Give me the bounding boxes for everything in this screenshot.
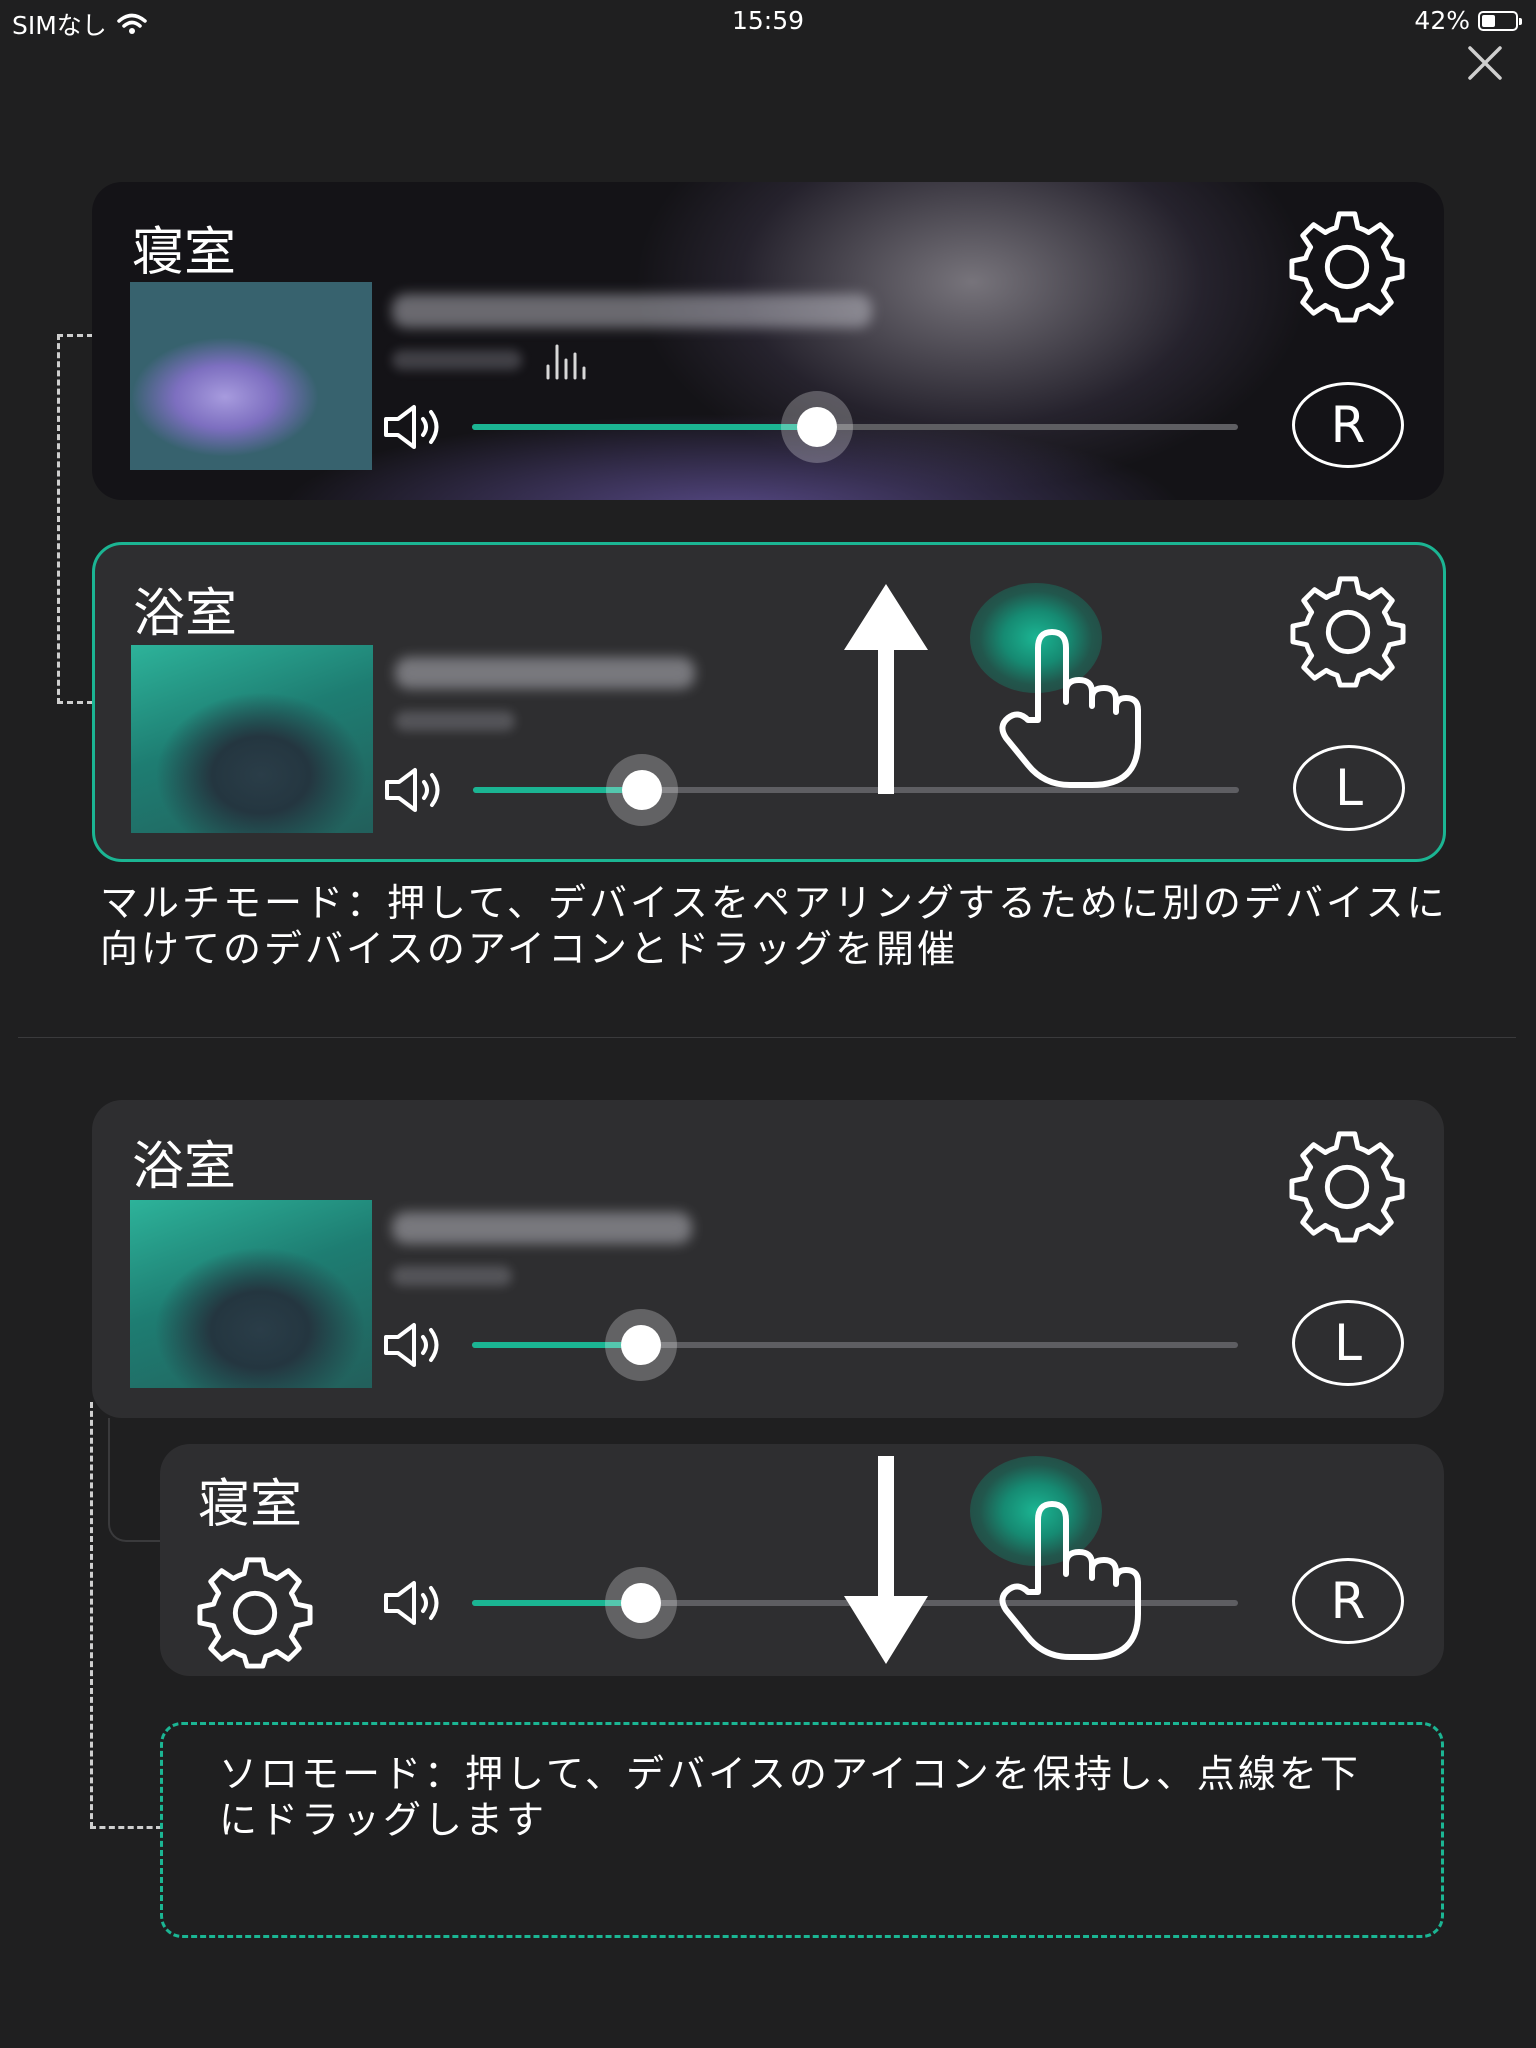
status-bar-right: 42%: [1414, 6, 1522, 35]
track-title-blurred: [392, 1212, 692, 1244]
pairing-connector-top: [57, 334, 93, 337]
room-name: 浴室: [132, 1137, 237, 1197]
album-art: [130, 1200, 372, 1388]
channel-badge-left[interactable]: L: [1292, 1300, 1404, 1386]
volume-slider[interactable]: [472, 391, 1238, 463]
volume-knob[interactable]: [605, 754, 678, 826]
track-title-blurred: [395, 657, 695, 689]
channel-label: R: [1330, 1572, 1366, 1630]
battery-icon: [1478, 10, 1522, 31]
solo-drop-zone[interactable]: ソロモード：押して、デバイスのアイコンを保持し、点線を下にドラッグします: [160, 1722, 1444, 1938]
solo-connector-line: [90, 1402, 93, 1828]
battery-percent: 42%: [1414, 6, 1470, 35]
device-card-bedroom[interactable]: 寝室 R: [92, 182, 1444, 500]
gear-icon[interactable]: [1288, 1126, 1406, 1244]
channel-badge-right[interactable]: R: [1292, 382, 1404, 468]
group-connector: [108, 1418, 168, 1542]
track-title-blurred: [392, 294, 872, 328]
volume-knob[interactable]: [780, 391, 853, 463]
volume-slider[interactable]: [472, 1309, 1238, 1381]
gear-icon[interactable]: [1289, 571, 1407, 689]
multi-mode-hint: マルチモード：押して、デバイスをペアリングするために別のデバイスに向けてのデバイ…: [100, 881, 1448, 971]
device-card-bathroom[interactable]: 浴室 L: [92, 542, 1446, 862]
speaker-icon: [382, 402, 452, 452]
device-card-bathroom-solo[interactable]: 浴室 L: [92, 1100, 1444, 1418]
speaker-icon: [382, 1320, 452, 1370]
channel-badge-right[interactable]: R: [1292, 1558, 1404, 1644]
channel-label: R: [1330, 396, 1366, 454]
volume-knob[interactable]: [604, 1567, 677, 1639]
track-artist-blurred: [392, 1266, 512, 1286]
gear-icon[interactable]: [1288, 206, 1406, 324]
solo-mode-hint: ソロモード：押して、デバイスのアイコンを保持し、点線を下にドラッグします: [219, 1752, 1361, 1842]
pairing-connector-line: [57, 334, 60, 704]
pairing-connector-bottom: [57, 701, 93, 704]
album-art: [131, 645, 373, 833]
track-artist-blurred: [392, 350, 522, 370]
status-time: 15:59: [731, 6, 805, 35]
volume-knob[interactable]: [604, 1309, 677, 1381]
arrow-up-icon: [844, 584, 928, 794]
room-name: 寝室: [132, 223, 237, 283]
solo-connector-bottom: [90, 1826, 162, 1829]
speaker-icon: [382, 1578, 452, 1628]
device-card-bedroom-solo[interactable]: 寝室 R: [160, 1444, 1444, 1676]
room-name: 浴室: [133, 584, 238, 644]
equalizer-icon: [546, 344, 586, 380]
channel-label: L: [1335, 759, 1363, 817]
gear-icon[interactable]: [196, 1552, 314, 1670]
close-icon[interactable]: [1460, 38, 1510, 88]
section-divider: [18, 1037, 1516, 1038]
arrow-down-icon: [844, 1456, 928, 1664]
hand-pointer-icon: [992, 1492, 1142, 1662]
track-artist-blurred: [395, 711, 515, 731]
speaker-icon: [383, 765, 453, 815]
channel-badge-left[interactable]: L: [1293, 745, 1405, 831]
album-art: [130, 282, 372, 470]
room-name: 寝室: [198, 1475, 303, 1535]
channel-label: L: [1334, 1314, 1362, 1372]
volume-fill: [472, 424, 817, 430]
hand-pointer-icon: [992, 620, 1142, 790]
